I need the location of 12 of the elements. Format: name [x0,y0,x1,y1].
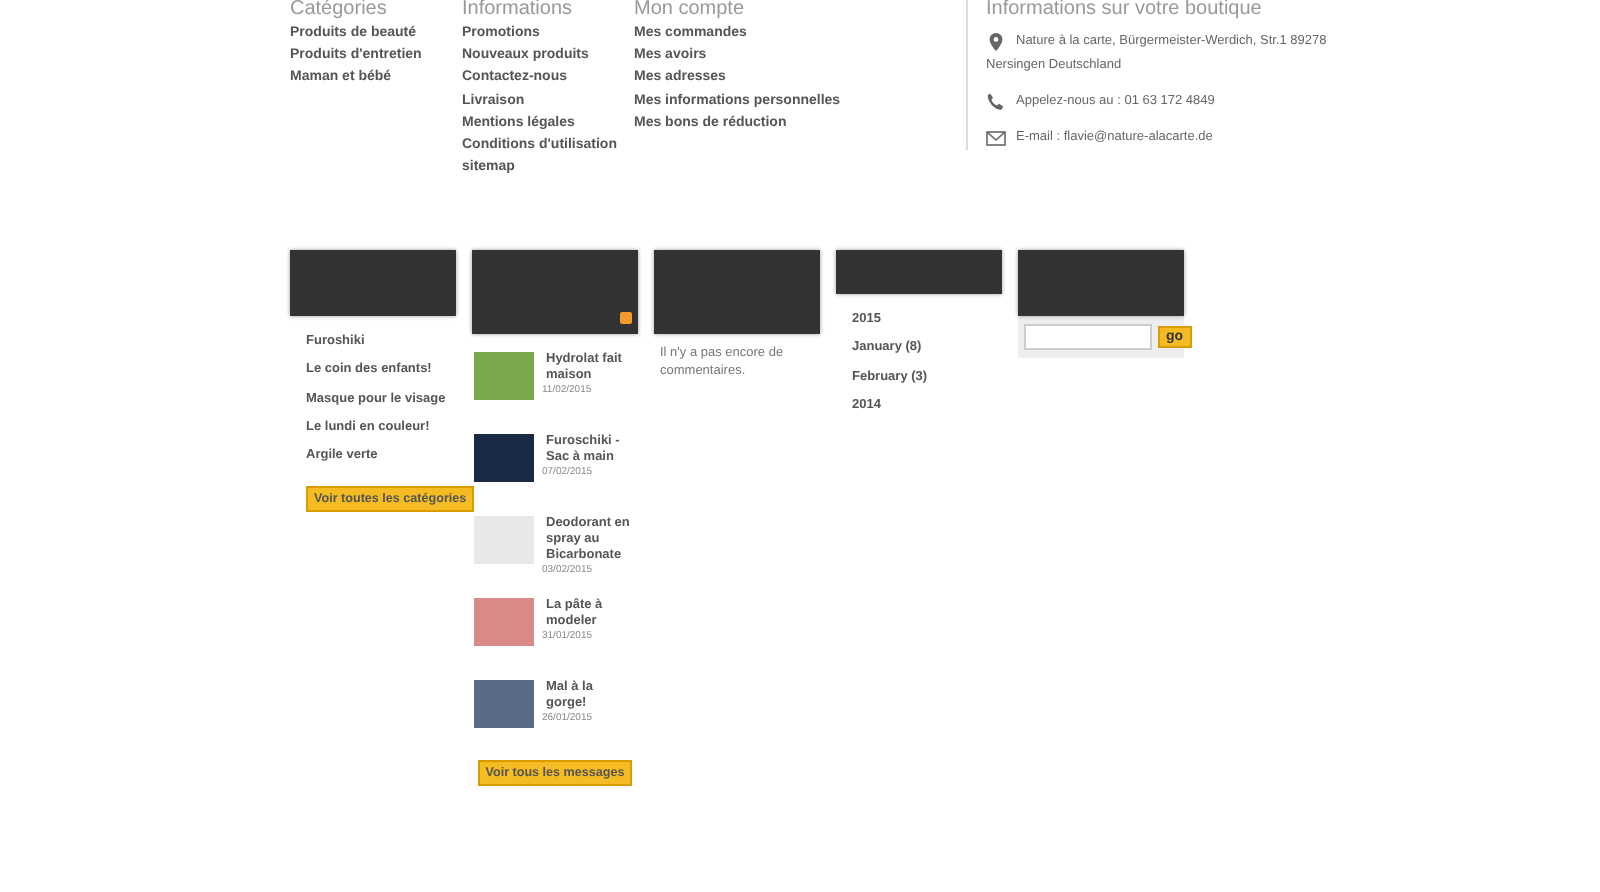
location-pin-icon [986,32,1006,52]
column-heading: Catégories [290,0,389,22]
envelope-icon [986,128,1006,148]
column-heading: Informations [462,0,575,22]
photo-placeholder [474,680,534,728]
search-field[interactable] [1024,324,1152,350]
column-heading: Mon compte [634,0,747,22]
photo-placeholder [474,352,534,400]
photo-placeholder [474,434,534,482]
phone-icon [986,92,1006,112]
photo-placeholder [474,598,534,646]
column-heading: Informations sur votre boutique [986,0,1264,22]
